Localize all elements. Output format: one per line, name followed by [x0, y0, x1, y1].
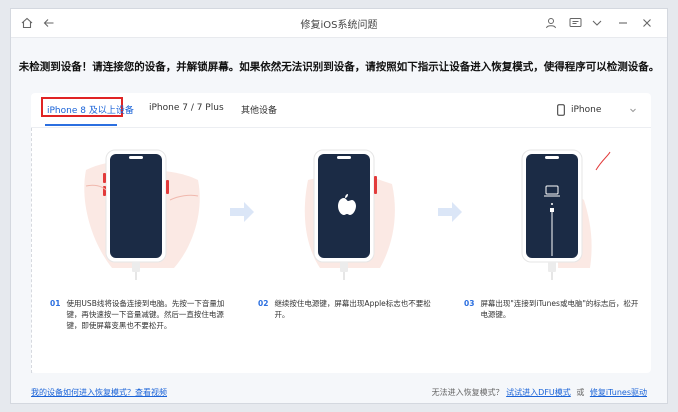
tab-iphone7[interactable]: iPhone 7 / 7 Plus: [149, 103, 224, 113]
close-icon[interactable]: [639, 15, 655, 31]
title-bar: 修复iOS系统问题: [11, 9, 667, 38]
device-select-value: iPhone: [571, 105, 602, 115]
step-1-description: 01 使用USB线将设备连接到电脑。先按一下音量加键，再快速按一下音量减键。然后…: [50, 298, 230, 331]
step-2-description: 02 继续按住电源键，屏幕出现Apple标志也不要松开。: [258, 298, 438, 320]
video-help-link[interactable]: 我的设备如何进入恢复模式？查看视频: [31, 387, 167, 398]
instructions-card: iPhone 8 及以上设备 iPhone 7 / 7 Plus 其他设备 iP…: [31, 93, 651, 373]
tab-iphone8-and-later[interactable]: iPhone 8 及以上设备: [47, 103, 134, 116]
feedback-icon[interactable]: [567, 15, 583, 31]
user-icon[interactable]: [543, 15, 559, 31]
step-text: 继续按住电源键，屏幕出现Apple标志也不要松开。: [274, 299, 431, 319]
app-window: 修复iOS系统问题 未检测到设备！请连接您的设备，并解锁屏幕。如果依然无法识别到…: [10, 8, 668, 404]
step-number: 02: [258, 299, 269, 308]
footer-or: 或: [576, 388, 585, 397]
step-text: 使用USB线将设备连接到电脑。先按一下音量加键，再快速按一下音量减键。然后一直按…: [66, 299, 225, 330]
minimize-icon[interactable]: [615, 15, 631, 31]
steps-area: 01 使用USB线将设备连接到电脑。先按一下音量加键，再快速按一下音量减键。然后…: [31, 128, 651, 373]
arrow-right-icon: [228, 200, 256, 224]
device-select[interactable]: iPhone: [557, 101, 637, 119]
footer-actions: 无法进入恢复模式？ 试试进入DFU模式 或 修复iTunes驱动: [432, 387, 647, 398]
step-number: 03: [464, 299, 475, 308]
step-1-illustration: [82, 140, 202, 280]
step-number: 01: [50, 299, 61, 308]
device-tabs: iPhone 8 及以上设备 iPhone 7 / 7 Plus 其他设备 iP…: [31, 93, 651, 128]
fix-itunes-driver-link[interactable]: 修复iTunes驱动: [590, 388, 647, 397]
tab-other-devices[interactable]: 其他设备: [241, 103, 277, 116]
footer-prefix: 无法进入恢复模式？: [431, 388, 504, 397]
no-device-notice: 未检测到设备！请连接您的设备，并解锁屏幕。如果依然无法识别到设备，请按照如下指示…: [18, 61, 660, 73]
dfu-mode-link[interactable]: 试试进入DFU模式: [506, 388, 571, 397]
step-3-illustration: [498, 140, 618, 280]
step-2-illustration: [290, 140, 410, 280]
arrow-right-icon: [436, 200, 464, 224]
active-tab-underline: [45, 124, 117, 126]
phone-icon: [557, 104, 565, 116]
chevron-down-icon: [629, 106, 637, 114]
step-text: 屏幕出现"连接到iTunes或电脑"的标志后，松开电源键。: [480, 299, 639, 319]
chevron-down-icon[interactable]: [589, 15, 605, 31]
step-3-description: 03 屏幕出现"连接到iTunes或电脑"的标志后，松开电源键。: [464, 298, 644, 320]
